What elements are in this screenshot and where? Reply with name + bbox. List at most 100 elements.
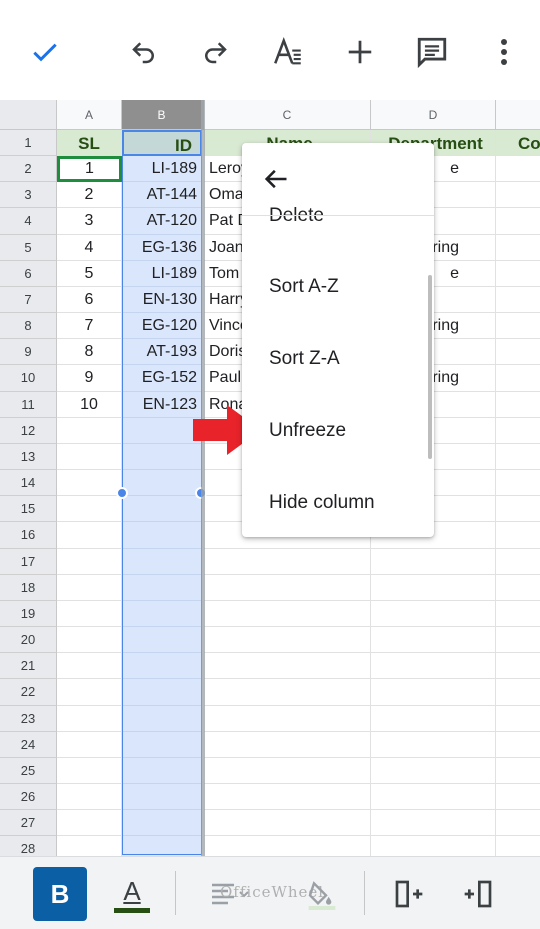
text-format-icon[interactable] — [264, 28, 312, 76]
row-header[interactable]: 26 — [0, 784, 57, 811]
empty-cell[interactable] — [496, 732, 540, 758]
freeze-divider[interactable] — [201, 100, 205, 856]
empty-cell[interactable] — [371, 679, 496, 706]
header-cell-id[interactable]: ID — [122, 130, 202, 157]
empty-cell[interactable] — [496, 392, 540, 418]
row-header[interactable]: 22 — [0, 679, 57, 706]
row-header[interactable]: 5 — [0, 234, 57, 261]
redo-icon[interactable] — [191, 28, 239, 76]
row-header[interactable]: 23 — [0, 705, 57, 732]
empty-cell[interactable] — [204, 810, 371, 837]
cell-id[interactable]: AT-120 — [122, 208, 202, 235]
empty-cell[interactable] — [204, 731, 371, 758]
cell-id[interactable]: EG-120 — [122, 313, 202, 340]
empty-cell[interactable] — [496, 549, 540, 575]
empty-cell[interactable] — [371, 627, 496, 654]
empty-cell[interactable] — [496, 706, 540, 732]
empty-cell[interactable] — [496, 836, 540, 856]
cell-sl[interactable]: 7 — [57, 313, 122, 340]
empty-cell[interactable] — [204, 548, 371, 575]
row-header[interactable]: 8 — [0, 313, 57, 340]
empty-cell[interactable] — [57, 627, 122, 654]
empty-cell[interactable] — [496, 156, 540, 183]
row-header[interactable]: 11 — [0, 391, 57, 418]
empty-cell[interactable] — [371, 836, 496, 856]
empty-cell[interactable] — [496, 261, 540, 287]
header-cell-extra[interactable]: Co — [496, 130, 540, 157]
empty-cell[interactable] — [204, 653, 371, 680]
empty-cell[interactable] — [204, 784, 371, 811]
empty-cell[interactable] — [496, 653, 540, 680]
cell-id[interactable]: AT-144 — [122, 182, 202, 209]
row-header[interactable]: 28 — [0, 836, 57, 856]
menu-item-unfreeze[interactable]: Unfreeze — [269, 419, 346, 443]
empty-cell[interactable] — [204, 574, 371, 601]
empty-cell[interactable] — [204, 705, 371, 732]
empty-cell[interactable] — [57, 417, 122, 444]
row-header[interactable]: 17 — [0, 548, 57, 575]
empty-cell[interactable] — [57, 653, 122, 680]
insert-column-right-icon[interactable] — [451, 867, 505, 921]
empty-cell[interactable] — [122, 600, 202, 628]
menu-item-delete[interactable]: Delete — [269, 204, 324, 228]
empty-cell[interactable] — [204, 600, 371, 628]
empty-cell[interactable] — [496, 339, 540, 366]
empty-cell[interactable] — [122, 522, 202, 549]
cell-sl[interactable]: 10 — [57, 391, 122, 418]
empty-cell[interactable] — [496, 365, 540, 392]
empty-cell[interactable] — [496, 496, 540, 523]
row-header[interactable]: 16 — [0, 522, 57, 549]
row-header[interactable]: 14 — [0, 470, 57, 497]
empty-cell[interactable] — [496, 208, 540, 235]
empty-cell[interactable] — [122, 705, 202, 732]
empty-cell[interactable] — [122, 470, 202, 497]
cell-id[interactable]: LI-189 — [122, 260, 202, 287]
cell-sl[interactable]: 3 — [57, 208, 122, 235]
empty-cell[interactable] — [496, 627, 540, 654]
cell-id[interactable]: LI-189 — [122, 156, 202, 183]
row-header[interactable]: 21 — [0, 653, 57, 680]
cell-id[interactable]: EN-123 — [122, 391, 202, 418]
empty-cell[interactable] — [57, 600, 122, 628]
select-all-corner[interactable] — [0, 100, 57, 130]
empty-cell[interactable] — [57, 731, 122, 758]
empty-cell[interactable] — [57, 836, 122, 856]
empty-cell[interactable] — [496, 287, 540, 314]
empty-cell[interactable] — [204, 627, 371, 654]
row-header[interactable]: 25 — [0, 757, 57, 784]
empty-cell[interactable] — [57, 757, 122, 784]
empty-cell[interactable] — [496, 418, 540, 444]
empty-cell[interactable] — [496, 784, 540, 811]
row-header[interactable]: 10 — [0, 365, 57, 392]
cell-id[interactable]: EG-152 — [122, 365, 202, 392]
empty-cell[interactable] — [57, 548, 122, 575]
cell-sl[interactable]: 6 — [57, 286, 122, 314]
empty-cell[interactable] — [371, 784, 496, 811]
cell-sl[interactable]: 4 — [57, 234, 122, 261]
row-header[interactable]: 13 — [0, 443, 57, 471]
row-header[interactable]: 19 — [0, 600, 57, 628]
empty-cell[interactable] — [371, 705, 496, 732]
empty-cell[interactable] — [496, 182, 540, 209]
empty-cell[interactable] — [496, 575, 540, 601]
empty-cell[interactable] — [496, 444, 540, 471]
row-header[interactable]: 27 — [0, 810, 57, 837]
empty-cell[interactable] — [57, 496, 122, 523]
row-header[interactable]: 15 — [0, 496, 57, 523]
column-header-e[interactable] — [496, 100, 540, 130]
empty-cell[interactable] — [496, 810, 540, 837]
empty-cell[interactable] — [496, 470, 540, 497]
empty-cell[interactable] — [122, 574, 202, 601]
empty-cell[interactable] — [122, 417, 202, 444]
empty-cell[interactable] — [122, 653, 202, 680]
more-vert-icon[interactable] — [480, 28, 528, 76]
text-color-button[interactable]: A — [105, 867, 159, 921]
empty-cell[interactable] — [371, 810, 496, 837]
empty-cell[interactable] — [371, 548, 496, 575]
empty-cell[interactable] — [371, 653, 496, 680]
menu-scrollbar[interactable] — [428, 275, 432, 459]
empty-cell[interactable] — [371, 574, 496, 601]
empty-cell[interactable] — [204, 679, 371, 706]
undo-icon[interactable] — [120, 28, 168, 76]
empty-cell[interactable] — [496, 235, 540, 261]
